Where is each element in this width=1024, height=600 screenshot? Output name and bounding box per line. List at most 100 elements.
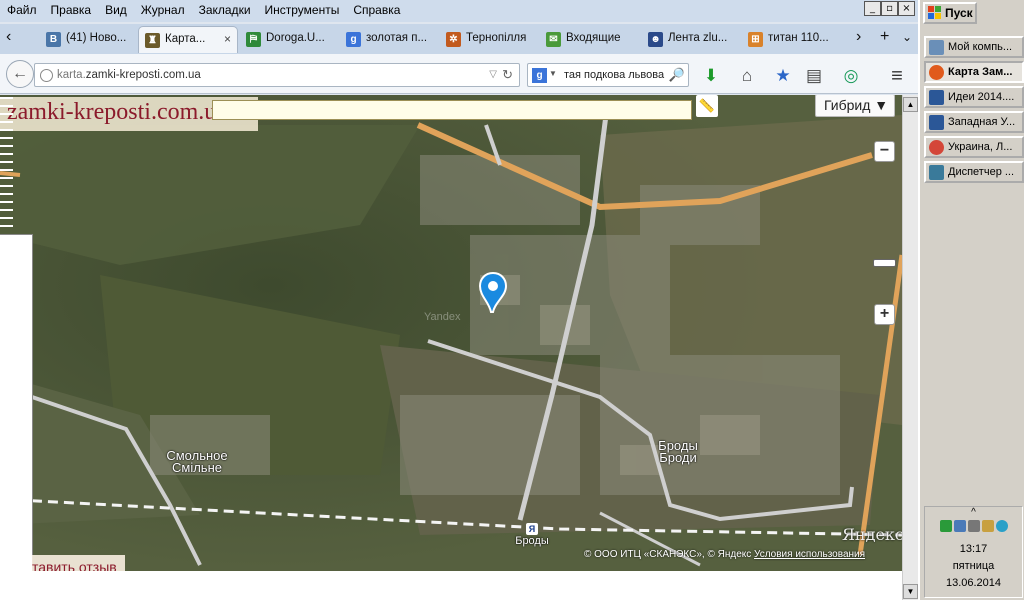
word-doc-icon — [929, 90, 944, 105]
tab-doroga[interactable]: ⛿ Doroga.U... — [240, 26, 335, 53]
zoom-slider-track[interactable] — [0, 95, 13, 235]
addon-ring-icon[interactable]: ◎ — [840, 65, 862, 87]
url-host-prefix: karta. — [57, 69, 86, 81]
minimize-button[interactable]: _ — [864, 1, 881, 16]
place-name-uk: Броди — [659, 450, 697, 465]
start-button[interactable]: Пуск — [923, 2, 977, 24]
menu-bookmarks[interactable]: Закладки — [192, 0, 258, 17]
menu-bar: Файл Правка Вид Журнал Закладки Инструменты Сп… — [0, 0, 918, 22]
scroll-down-button[interactable]: ▼ — [903, 584, 918, 599]
leave-review-link[interactable]: тавить отзыв — [32, 555, 125, 571]
zoom-slider-handle[interactable] — [873, 259, 896, 267]
taskbar-button-word-ideas[interactable]: Идеи 2014.... — [924, 86, 1024, 108]
page-bottom-area — [0, 571, 902, 600]
taskbar-button-label: Идеи 2014.... — [948, 91, 1015, 103]
close-tab-icon[interactable]: × — [224, 32, 231, 46]
tab-google-search[interactable]: g золотая п... — [340, 26, 435, 53]
road-sign-icon: ⛿ — [246, 32, 261, 47]
search-engine-dropdown-icon[interactable]: ▼ — [549, 69, 557, 78]
tab-bar: ‹ В (41) Ново... ♜ Карта... × ⛿ Doroga.U… — [0, 24, 918, 54]
taskbar-button-label: Мой компь... — [948, 41, 1013, 53]
my-computer-icon — [929, 40, 944, 55]
menu-edit[interactable]: Правка — [44, 0, 99, 17]
menu-file[interactable]: Файл — [0, 0, 44, 17]
place-label-smolnoe: Смольное Смільне — [160, 449, 234, 474]
taskbar-button-my-computer[interactable]: Мой компь... — [924, 36, 1024, 58]
url-host: zamki-kreposti.com.ua — [85, 69, 201, 81]
app-tray-icon[interactable] — [995, 520, 1008, 532]
zoom-in-button[interactable]: + — [874, 304, 895, 325]
station-label-brody[interactable]: Я Броды — [512, 523, 552, 547]
tab-label: Лента zlu... — [668, 32, 728, 44]
back-button[interactable]: ← — [6, 60, 34, 88]
menu-view[interactable]: Вид — [98, 0, 134, 17]
home-icon[interactable]: ⌂ — [736, 65, 758, 87]
map-search-input[interactable] — [212, 100, 692, 120]
search-input[interactable]: тая подкова львова — [564, 69, 664, 81]
safely-remove-icon[interactable] — [981, 520, 994, 532]
vertical-scrollbar[interactable]: ▲ ▼ — [902, 95, 918, 600]
ruler-icon[interactable]: 📏 — [696, 95, 718, 117]
bookmark-star-icon[interactable]: ★ — [772, 65, 794, 87]
menu-tools[interactable]: Инструменты — [258, 0, 347, 17]
globe-icon — [40, 69, 53, 82]
tab-karta[interactable]: ♜ Карта... × — [138, 26, 238, 53]
search-bar[interactable]: g ▼ тая подкова львова 🔎 — [527, 63, 689, 87]
map-layer-selector[interactable]: Гибрид ▼ — [815, 95, 895, 117]
url-history-dropdown-icon[interactable]: ▽ — [489, 69, 497, 80]
taskbar-button-label: Диспетчер ... — [948, 166, 1015, 178]
tab-scroll-left-button[interactable]: ‹ — [0, 26, 30, 53]
reload-icon[interactable]: ↻ — [502, 67, 513, 83]
google-search-engine-icon[interactable]: g — [532, 68, 547, 83]
taskbar-button-firefox[interactable]: Карта Зам... — [924, 61, 1024, 83]
tray-expand-icon[interactable]: ^ — [925, 507, 1022, 518]
firefox-icon — [929, 65, 944, 80]
yandex-logo[interactable]: Яндекс — [842, 525, 902, 544]
network-icon[interactable] — [939, 520, 952, 532]
word-doc-icon — [929, 115, 944, 130]
tab-inbox[interactable]: ✉ Входящие — [540, 26, 640, 53]
taskbar-button-label: Украина, Л... — [948, 141, 1013, 153]
yandex-watermark: Yandex — [424, 311, 461, 323]
taskbar-button-label: Карта Зам... — [948, 66, 1013, 78]
scroll-up-button[interactable]: ▲ — [903, 97, 918, 112]
restore-button[interactable]: ▫ — [881, 1, 898, 16]
system-tray: ^ 13:17 пятница 13.06.2014 — [924, 506, 1023, 598]
tab-lenta[interactable]: ☻ Лента zlu... — [642, 26, 742, 53]
browser-window: Файл Правка Вид Журнал Закладки Инструменты Сп… — [0, 0, 918, 600]
tab-vk[interactable]: В (41) Ново... — [40, 26, 135, 53]
tab-label: (41) Ново... — [66, 32, 127, 44]
taskbar-button-task-manager[interactable]: Диспетчер ... — [924, 161, 1024, 183]
volume-icon[interactable] — [953, 520, 966, 532]
railway-station-icon: Я — [526, 523, 538, 535]
start-label: Пуск — [945, 6, 973, 20]
tray-icons — [925, 518, 1022, 538]
taskbar-button-chrome[interactable]: Украина, Л... — [924, 136, 1024, 158]
vk-icon: В — [46, 32, 61, 47]
menu-history[interactable]: Журнал — [134, 0, 192, 17]
media-icon[interactable] — [967, 520, 980, 532]
task-manager-icon — [929, 165, 944, 180]
tab-titan[interactable]: ⊞ титан 110... — [742, 26, 842, 53]
terms-of-use-link[interactable]: Условия использования — [754, 549, 865, 560]
search-icon[interactable]: 🔎 — [669, 67, 685, 83]
satellite-map[interactable]: zamki-kreposti.com.ua 📏 Гибрид ▼ − + Yan… — [0, 95, 902, 571]
reading-list-icon[interactable]: ▤ — [803, 65, 825, 87]
copyright-text: © ООО ИТЦ «СКАНЭКС», © Яндекс — [584, 549, 752, 560]
tab-ternopillia[interactable]: ✲ Тернопілля — [440, 26, 540, 53]
windows-icon: ⊞ — [748, 32, 763, 47]
tab-scroll-right-button[interactable]: › — [852, 26, 870, 53]
taskbar-button-word-western[interactable]: Западная У... — [924, 111, 1024, 133]
tab-list-button[interactable]: ⌄ — [898, 26, 916, 53]
side-panel — [0, 234, 33, 571]
map-copyright: © ООО ИТЦ «СКАНЭКС», © Яндекс Условия ис… — [584, 549, 865, 560]
clock-time[interactable]: 13:17 — [925, 543, 1022, 555]
download-icon[interactable]: ⬇ — [700, 65, 722, 87]
url-bar[interactable]: karta.zamki-kreposti.com.ua ▽ ↻ — [34, 63, 520, 87]
close-window-button[interactable]: × — [898, 1, 915, 16]
menu-help[interactable]: Справка — [346, 0, 407, 17]
hamburger-menu-icon[interactable]: ≡ — [886, 65, 908, 87]
zoom-out-button[interactable]: − — [874, 141, 895, 162]
new-tab-button[interactable]: + — [874, 26, 896, 53]
clock-date: 13.06.2014 — [945, 577, 1002, 589]
